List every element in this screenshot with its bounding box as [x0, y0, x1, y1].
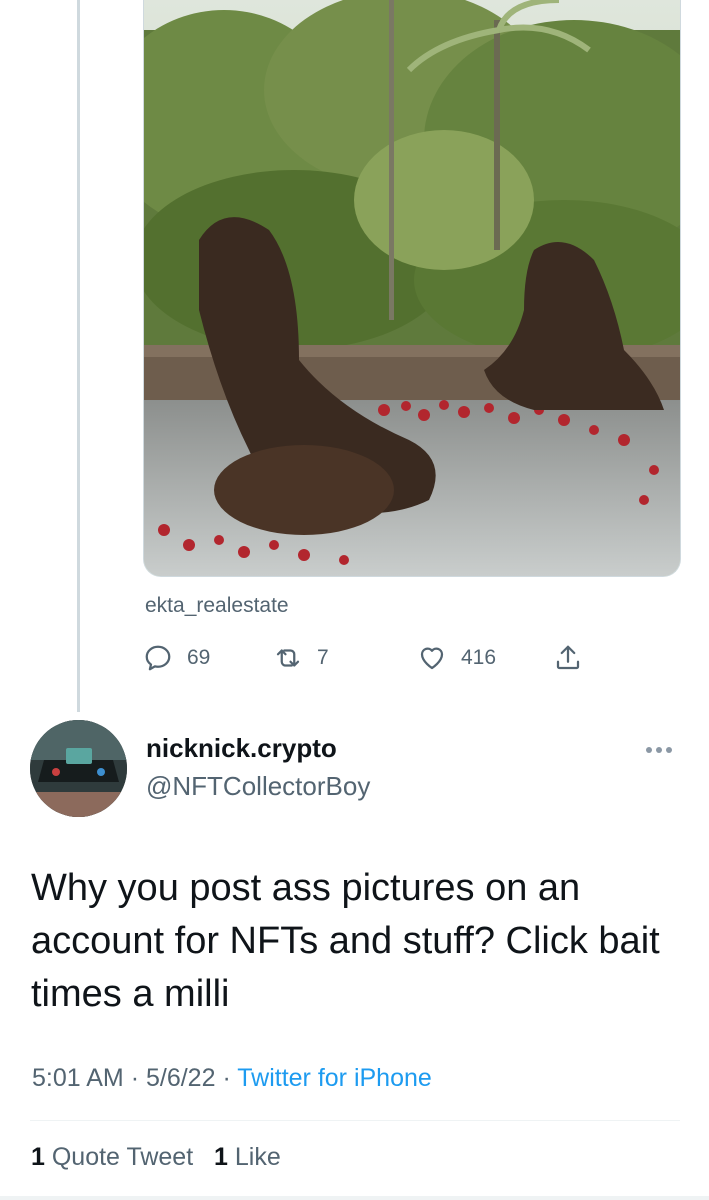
- like-stat[interactable]: 1 Like: [214, 1143, 281, 1171]
- heart-icon: [420, 647, 444, 670]
- tweet-date[interactable]: 5/6/22: [146, 1064, 216, 1092]
- share-icon: [556, 645, 580, 670]
- like-action[interactable]: 416: [417, 638, 496, 678]
- reply-action[interactable]: 69: [143, 638, 210, 678]
- tweet-media-photo[interactable]: [143, 0, 681, 577]
- media-source-label[interactable]: ekta_realestate: [145, 594, 289, 618]
- quote-label: Quote Tweet: [51, 1143, 194, 1171]
- like-stat-count: 1: [214, 1143, 228, 1171]
- meta-separator: ·: [130, 1064, 140, 1092]
- divider: [30, 1120, 680, 1121]
- avatar-image: [30, 720, 127, 817]
- tweet-client-link[interactable]: Twitter for iPhone: [237, 1064, 432, 1092]
- quote-count: 1: [31, 1143, 45, 1171]
- like-stat-label: Like: [234, 1143, 281, 1171]
- tweet-time[interactable]: 5:01 AM: [32, 1064, 124, 1092]
- more-options-icon[interactable]: [646, 740, 680, 760]
- quote-tweet-stat[interactable]: 1 Quote Tweet: [31, 1143, 193, 1171]
- more-dot: [656, 747, 662, 753]
- tweet-action-bar: 69 7 416: [143, 638, 603, 678]
- retweet-icon: [276, 649, 300, 667]
- thread-connector-line: [77, 0, 80, 712]
- reply-icon: [145, 645, 171, 671]
- more-dot: [646, 747, 652, 753]
- reply-count: 69: [187, 646, 211, 669]
- reply-handle[interactable]: @NFTCollectorBoy: [146, 771, 370, 802]
- avatar[interactable]: [30, 720, 127, 817]
- meta-separator: ·: [222, 1064, 231, 1092]
- share-action[interactable]: [553, 638, 583, 678]
- media-image: [144, 0, 680, 576]
- reply-display-name[interactable]: nicknick.crypto: [146, 733, 337, 764]
- tweet-stats: 1 Quote Tweet 1 Like: [31, 1143, 281, 1172]
- reply-tweet-text: Why you post ass pictures on an account …: [31, 867, 660, 1015]
- like-count: 416: [461, 646, 497, 669]
- retweet-action[interactable]: 7: [273, 638, 329, 678]
- retweet-count: 7: [317, 646, 329, 669]
- more-dot: [666, 747, 672, 753]
- divider: [0, 1196, 709, 1200]
- tweet-meta: 5:01 AM · 5/6/22 · Twitter for iPhone: [32, 1064, 432, 1093]
